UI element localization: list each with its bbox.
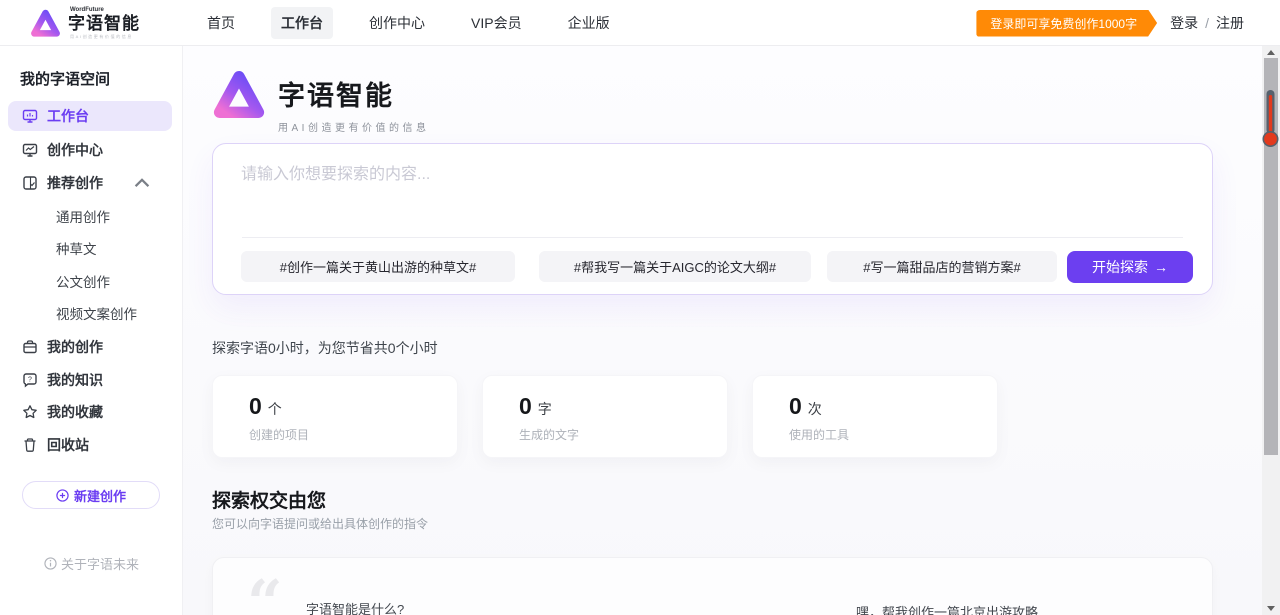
sidebar-title: 我的字语空间 bbox=[20, 68, 110, 89]
login-link[interactable]: 登录 bbox=[1170, 13, 1198, 33]
stat-unit: 字 bbox=[538, 399, 552, 419]
sidebar-item-recommended-creation[interactable]: 推荐创作 bbox=[8, 168, 172, 198]
suggestion-pill-dessert[interactable]: #写一篇甜品店的营销方案# bbox=[827, 251, 1057, 282]
trash-icon bbox=[22, 437, 38, 453]
chat-question-icon: ? bbox=[22, 372, 38, 388]
nav-item-creation-center[interactable]: 创作中心 bbox=[359, 7, 435, 39]
nav-item-vip[interactable]: VIP会员 bbox=[461, 7, 532, 39]
monitor-chart-icon bbox=[22, 142, 38, 158]
app-root: WordFuture 字语智能 用AI创造更有价值的信息 首页 工作台 创作中心… bbox=[0, 0, 1280, 615]
sidebar-item-workbench[interactable]: 工作台 bbox=[8, 101, 172, 131]
stat-label: 创建的项目 bbox=[249, 426, 309, 443]
search-divider bbox=[242, 237, 1183, 238]
monitor-icon bbox=[22, 108, 38, 124]
briefcase-icon bbox=[22, 339, 38, 355]
main-nav: 首页 工作台 创作中心 VIP会员 企业版 bbox=[197, 0, 620, 46]
stat-value: 0 bbox=[789, 393, 802, 420]
stat-card-projects: 0 个 创建的项目 bbox=[212, 375, 458, 458]
stat-label: 生成的文字 bbox=[519, 426, 579, 443]
sidebar-item-creation-center[interactable]: 创作中心 bbox=[8, 135, 172, 165]
register-link[interactable]: 注册 bbox=[1216, 13, 1244, 33]
hero-triangle-icon bbox=[212, 68, 266, 122]
nav-item-enterprise[interactable]: 企业版 bbox=[558, 7, 620, 39]
sidebar: 我的字语空间 工作台 创作中心 推荐创作 bbox=[0, 46, 183, 615]
stat-card-tools: 0 次 使用的工具 bbox=[752, 375, 998, 458]
start-explore-button[interactable]: 开始探索 → bbox=[1067, 251, 1193, 283]
stats-summary: 探索字语0小时，为您节省共0个小时 bbox=[212, 338, 438, 358]
brand-logo[interactable]: WordFuture 字语智能 用AI创造更有价值的信息 bbox=[30, 7, 140, 39]
stat-unit: 个 bbox=[268, 399, 282, 419]
explore-section-title: 探索权交由您 bbox=[212, 486, 326, 513]
stat-card-words: 0 字 生成的文字 bbox=[482, 375, 728, 458]
sidebar-item-my-knowledge[interactable]: ? 我的知识 bbox=[8, 365, 172, 395]
nav-item-home[interactable]: 首页 bbox=[197, 7, 245, 39]
example-question-1[interactable]: 字语智能是什么? bbox=[306, 599, 404, 615]
sidebar-item-my-favorites[interactable]: 我的收藏 bbox=[8, 397, 172, 427]
arrow-right-icon: → bbox=[1154, 259, 1168, 275]
explore-section-subtitle: 您可以向字语提问或给出具体创作的指令 bbox=[212, 515, 428, 532]
plus-circle-icon bbox=[56, 489, 69, 502]
brand-tagline: 用AI创造更有价值的信息 bbox=[70, 35, 140, 39]
hero-tagline: 用AI创造更有价值的信息 bbox=[278, 119, 429, 134]
suggestion-pill-huangshan[interactable]: #创作一篇关于黄山出游的种草文# bbox=[241, 251, 515, 282]
scroll-up-arrow-icon[interactable] bbox=[1267, 50, 1275, 55]
stat-value: 0 bbox=[249, 393, 262, 420]
about-link[interactable]: 关于字语未来 bbox=[0, 554, 183, 573]
svg-text:?: ? bbox=[28, 377, 32, 384]
search-input[interactable] bbox=[241, 160, 1181, 228]
chevron-up-icon[interactable] bbox=[134, 175, 150, 191]
info-circle-icon bbox=[44, 557, 57, 570]
sidebar-subitem-general-creation[interactable]: 通用创作 bbox=[56, 202, 110, 230]
sidebar-subitem-video-copy[interactable]: 视频文案创作 bbox=[56, 299, 137, 327]
search-panel: #创作一篇关于黄山出游的种草文# #帮我写一篇关于AIGC的论文大纲# #写一篇… bbox=[212, 143, 1213, 295]
hero-title: 字语智能 bbox=[278, 74, 429, 113]
auth-links: 登录 / 注册 bbox=[1170, 13, 1244, 33]
example-prompts-card: “ 字语智能是什么? 嘿，帮我创作一篇北京出游攻略 bbox=[212, 557, 1213, 615]
hero-logo: 字语智能 用AI创造更有价值的信息 bbox=[212, 68, 429, 134]
sidebar-item-recycle-bin[interactable]: 回收站 bbox=[8, 430, 172, 460]
sidebar-subitem-official-doc[interactable]: 公文创作 bbox=[56, 267, 110, 295]
stat-value: 0 bbox=[519, 393, 532, 420]
stat-unit: 次 bbox=[808, 399, 822, 419]
star-icon bbox=[22, 404, 38, 420]
stat-label: 使用的工具 bbox=[789, 426, 849, 443]
quote-icon: “ bbox=[247, 572, 279, 615]
sidebar-subitem-seeding-article[interactable]: 种草文 bbox=[56, 234, 97, 262]
suggestion-pill-aigc[interactable]: #帮我写一篇关于AIGC的论文大纲# bbox=[539, 251, 811, 282]
nav-item-workbench[interactable]: 工作台 bbox=[271, 7, 333, 39]
brand-triangle-icon bbox=[30, 8, 61, 39]
panel-check-icon bbox=[22, 175, 38, 191]
scroll-down-arrow-icon[interactable] bbox=[1267, 606, 1275, 611]
top-navbar: WordFuture 字语智能 用AI创造更有价值的信息 首页 工作台 创作中心… bbox=[0, 0, 1280, 46]
example-question-2[interactable]: 嘿，帮我创作一篇北京出游攻略 bbox=[856, 602, 1038, 615]
sidebar-item-my-creations[interactable]: 我的创作 bbox=[8, 332, 172, 362]
brand-name: 字语智能 bbox=[68, 15, 140, 32]
new-creation-button[interactable]: 新建创作 bbox=[22, 481, 160, 509]
main-content: 字语智能 用AI创造更有价值的信息 #创作一篇关于黄山出游的种草文# #帮我写一… bbox=[183, 46, 1262, 615]
auth-separator: / bbox=[1205, 15, 1209, 31]
thermometer-icon bbox=[1262, 89, 1279, 149]
login-promo-badge[interactable]: 登录即可享免费创作1000字 bbox=[976, 10, 1157, 37]
brand-subname: WordFuture bbox=[70, 7, 140, 13]
